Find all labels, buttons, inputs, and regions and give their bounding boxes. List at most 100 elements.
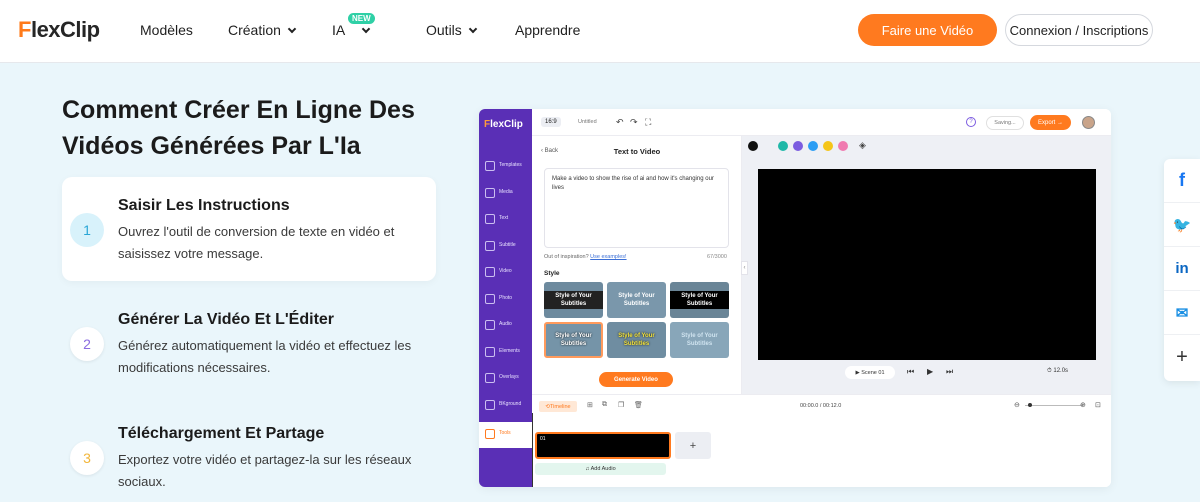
sidebar-label: Templates (499, 162, 522, 168)
chevron-down-icon (287, 24, 297, 33)
scene-selector[interactable]: ▶ Scene 01 (845, 366, 895, 379)
color-swatch-5[interactable] (838, 141, 848, 151)
step-number: 2 (70, 327, 104, 361)
trash-icon[interactable]: 🗑 (634, 401, 643, 409)
nav-creation[interactable]: Création (228, 22, 297, 38)
generate-video-button[interactable]: Generate Video (599, 372, 673, 387)
sidebar-item-photo[interactable]: Photo (479, 294, 532, 320)
skip-forward-icon[interactable]: ⏭ (946, 367, 953, 377)
sidebar-item-audio[interactable]: Audio (479, 320, 532, 346)
editor-sidebar: FlexClip Templates Media Text Subtitle V… (479, 109, 532, 487)
twitter-icon[interactable]: 🐦 (1164, 203, 1200, 247)
audio-icon (485, 320, 495, 330)
sidebar-item-subtitle[interactable]: Subtitle (479, 241, 532, 267)
avatar[interactable] (1082, 116, 1095, 129)
copy-icon[interactable]: ⧉ (602, 401, 607, 409)
step-description: Ouvrez l'outil de conversion de texte en… (118, 224, 395, 261)
chevron-down-icon (361, 24, 371, 33)
add-audio-button[interactable]: ♫ Add Audio (535, 463, 666, 475)
text-to-video-panel: ‹ Back Text to Video Make a video to sho… (532, 136, 742, 394)
login-signup-button[interactable]: Connexion / Inscriptions (1005, 14, 1153, 46)
color-swatch-0[interactable] (748, 141, 758, 151)
overlays-icon (485, 373, 495, 383)
nav-outils[interactable]: Outils (426, 22, 478, 38)
sidebar-item-media[interactable]: Media (479, 188, 532, 214)
style-tile[interactable]: Style of Your Subtitles (670, 282, 729, 318)
add-clip-button[interactable]: + (675, 432, 711, 459)
linkedin-icon[interactable]: in (1164, 247, 1200, 291)
collapse-panel-icon[interactable]: ‹ (741, 261, 748, 275)
style-tile[interactable]: Style of Your Subtitles (670, 322, 729, 358)
sidebar-item-elements[interactable]: Elements (479, 347, 532, 373)
color-swatch-2[interactable] (793, 141, 803, 151)
make-video-button[interactable]: Faire une Vidéo (858, 14, 997, 46)
playhead[interactable] (532, 413, 533, 487)
nav-apprendre[interactable]: Apprendre (515, 22, 580, 38)
color-swatch-3[interactable] (808, 141, 818, 151)
zoom-in-icon[interactable]: ⊕ (1080, 401, 1086, 409)
style-tile-label: Style of Your Subtitles (618, 293, 655, 307)
editor-preview: FlexClip Templates Media Text Subtitle V… (479, 109, 1111, 487)
step-2[interactable]: 2 Générer La Vidéo Et L'Éditer Générez a… (62, 291, 436, 395)
nav-ia[interactable]: IA (332, 22, 371, 38)
video-canvas[interactable] (758, 169, 1096, 360)
nav-label: IA (332, 22, 346, 38)
timeline-panel: ⟲ Timeline ⊞ ⧉ ❐ 🗑 00:00.0 / 00:12.0 ⊖ ⊕… (532, 394, 1111, 487)
sidebar-item-overlays[interactable]: Overlays (479, 373, 532, 399)
style-tile[interactable]: Style of Your Subtitles (607, 282, 666, 318)
style-tile[interactable]: Style of Your Subtitles (544, 322, 603, 358)
aspect-ratio-selector[interactable]: 16:9 (541, 117, 561, 127)
split-icon[interactable]: ⊞ (587, 401, 593, 409)
clip-label: 01 (540, 436, 546, 442)
editor-logo: FlexClip (484, 119, 523, 130)
color-swatch-1[interactable] (778, 141, 788, 151)
color-swatch-4[interactable] (823, 141, 833, 151)
sidebar-item-text[interactable]: Text (479, 214, 532, 240)
zoom-slider-handle[interactable] (1028, 403, 1032, 407)
style-tile[interactable]: Style of Your Subtitles (544, 282, 603, 318)
nav-label: Apprendre (515, 22, 581, 38)
nav-modeles[interactable]: Modèles (140, 22, 193, 38)
character-count: 67/3000 (707, 254, 727, 260)
skip-back-icon[interactable]: ⏮ (907, 367, 914, 377)
preview-stage: ◈ ▶ Scene 01 ⏮ ▶ ⏭ ⏱ 12.0s (742, 136, 1111, 394)
style-tile-label: Style of Your Subtitles (670, 291, 729, 309)
step-description: Générez automatiquement la vidéo et effe… (118, 338, 412, 375)
step-1[interactable]: 1 Saisir Les Instructions Ouvrez l'outil… (62, 177, 436, 281)
style-tile[interactable]: Style of Your Subtitles (607, 322, 666, 358)
facebook-icon[interactable]: f (1164, 159, 1200, 203)
project-title[interactable]: Untitled (578, 119, 597, 125)
help-icon[interactable]: ? (966, 117, 976, 127)
style-label: Style (544, 270, 560, 277)
sidebar-item-video[interactable]: Video (479, 267, 532, 293)
email-icon[interactable]: ✉ (1164, 291, 1200, 335)
zoom-slider[interactable] (1025, 405, 1083, 406)
timeline-tab[interactable]: ⟲ Timeline (539, 401, 577, 412)
export-button[interactable]: Export → (1030, 115, 1071, 130)
step-3[interactable]: 3 Téléchargement Et Partage Exportez vot… (62, 405, 436, 502)
zoom-out-icon[interactable]: ⊖ (1014, 401, 1020, 409)
use-examples-link[interactable]: Use examples! (590, 254, 626, 260)
templates-icon (485, 161, 495, 171)
fill-icon[interactable]: ◈ (859, 140, 866, 151)
sidebar-label: Media (499, 189, 513, 195)
redo-icon[interactable]: ↷ (630, 117, 638, 128)
video-clip[interactable]: 01 (535, 432, 671, 459)
fullscreen-icon[interactable]: ⛶ (645, 117, 651, 128)
play-icon[interactable]: ▶ (927, 367, 933, 376)
undo-icon[interactable]: ↶ (616, 117, 624, 128)
new-badge: NEW (348, 13, 375, 24)
media-icon (485, 188, 495, 198)
sidebar-item-templates[interactable]: Templates (479, 161, 532, 187)
sidebar-label: Subtitle (499, 242, 516, 248)
duplicate-icon[interactable]: ❐ (618, 401, 624, 409)
more-share-icon[interactable]: + (1164, 335, 1200, 379)
fit-icon[interactable]: ⊡ (1095, 401, 1101, 409)
step-title: Téléchargement Et Partage (118, 425, 325, 442)
prompt-input[interactable]: Make a video to show the rise of ai and … (544, 168, 729, 248)
sidebar-label: Text (499, 215, 509, 221)
sidebar-item-tools[interactable]: Tools (479, 422, 532, 448)
sidebar-label: Tools (499, 430, 511, 436)
flexclip-logo[interactable]: FlexClip (18, 17, 100, 43)
style-tile-label: Style of Your Subtitles (544, 291, 603, 309)
